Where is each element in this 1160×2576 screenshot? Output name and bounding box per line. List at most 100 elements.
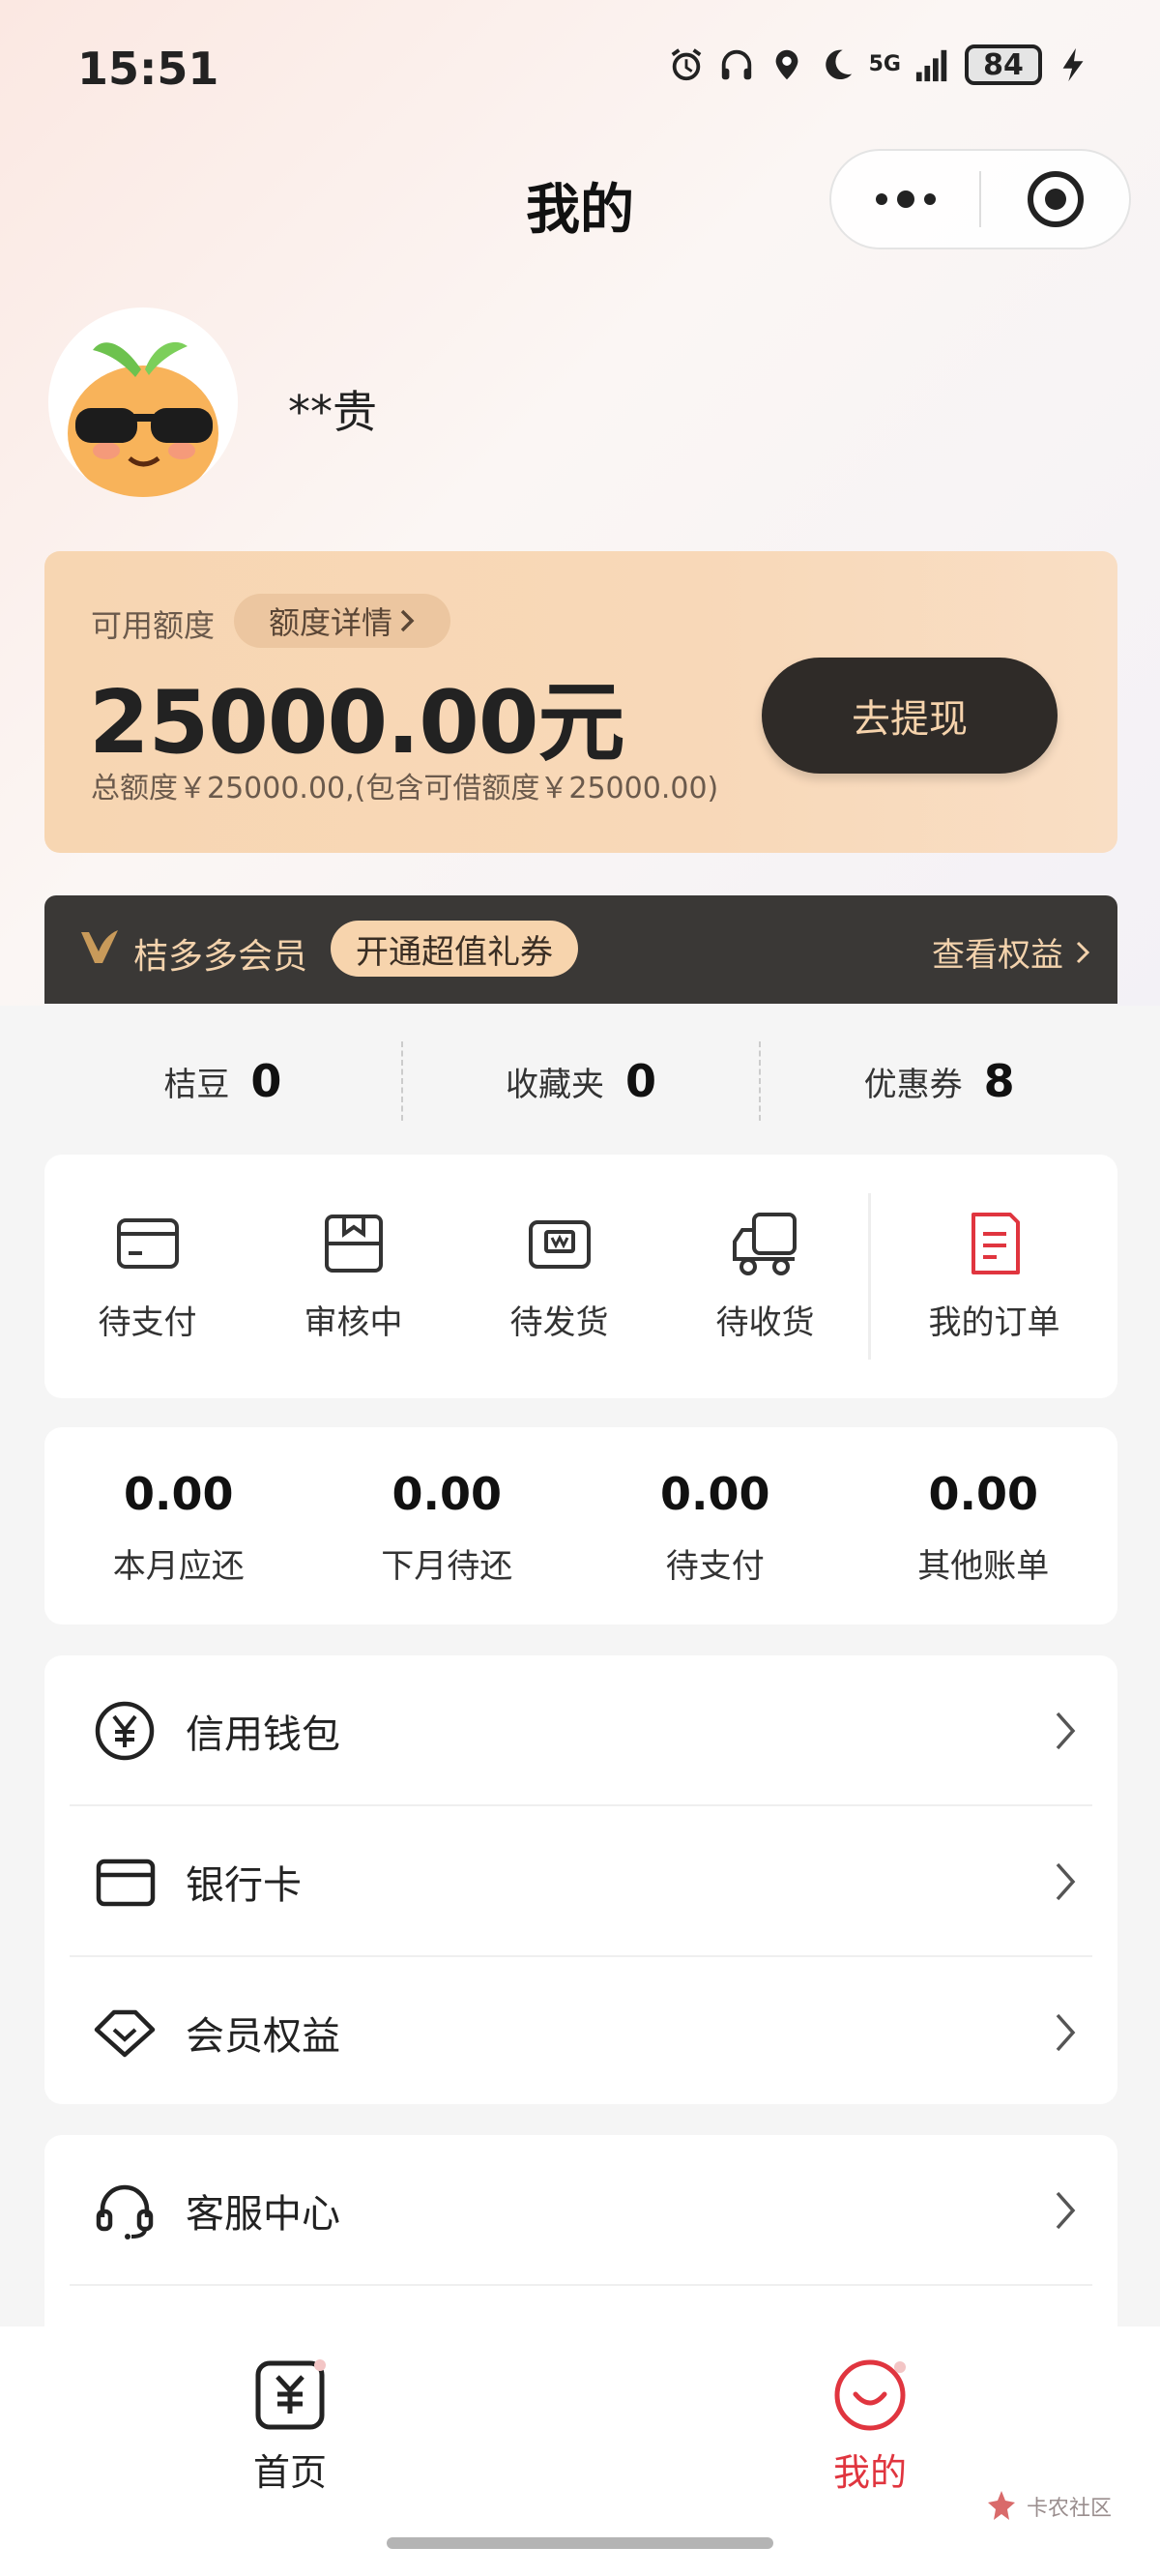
member-title: 桔多多会员: [133, 937, 308, 977]
moon-icon: [825, 49, 852, 80]
stat-value: 0: [250, 1055, 282, 1107]
bill-value: 0.00: [660, 1468, 770, 1520]
order-label: 审核中: [304, 1303, 403, 1342]
chevron-right-icon: [1056, 2191, 1076, 2230]
charging-icon: [1062, 47, 1084, 82]
alarm-icon: [671, 48, 701, 81]
stats-row: 桔豆 0 收藏夹 0 优惠券 8: [44, 1004, 1117, 1158]
signal-icon: [915, 49, 947, 82]
home-indicator[interactable]: [387, 2537, 773, 2549]
status-time: 15:51: [77, 43, 219, 95]
credit-detail-link[interactable]: 额度详情: [234, 594, 451, 648]
card-icon: [116, 1218, 179, 1269]
divider: [70, 2284, 1092, 2286]
watermark-text: 卡农社区: [1027, 2497, 1113, 2521]
diamond-icon: [94, 2009, 156, 2058]
member-promo-button[interactable]: 开通超值礼券: [331, 921, 578, 977]
stat-beans[interactable]: 桔豆 0: [44, 1004, 401, 1158]
view-benefits-label: 查看权益: [932, 936, 1063, 975]
menu-label: 客服中心: [186, 2192, 340, 2237]
order-to-receive[interactable]: 待收货: [662, 1155, 868, 1398]
headphones-icon: [721, 49, 751, 80]
location-icon: [775, 49, 798, 80]
bill-value: 0.00: [124, 1468, 234, 1520]
home-tab-icon: [255, 2359, 326, 2430]
chevron-right-icon: [400, 609, 415, 632]
bill-this-month[interactable]: 0.00 本月应还: [44, 1427, 313, 1625]
bill-label: 本月应还: [112, 1547, 245, 1586]
avatar[interactable]: [48, 307, 238, 497]
bill-next-month[interactable]: 0.00 下月待还: [313, 1427, 582, 1625]
stat-label: 优惠券: [863, 1065, 963, 1104]
stat-label: 桔豆: [163, 1065, 230, 1104]
stat-favorites[interactable]: 收藏夹 0: [403, 1004, 760, 1158]
chevron-right-icon: [1056, 2013, 1076, 2052]
tab-mine[interactable]: 我的: [773, 2356, 967, 2496]
total-credit-text: 总额度￥25000.00,(包含可借额度￥25000.00): [91, 772, 719, 805]
stat-value: 8: [983, 1055, 1015, 1107]
headset-icon: [96, 2184, 154, 2239]
available-amount: 25000.00元: [89, 672, 625, 774]
stat-label: 收藏夹: [506, 1065, 604, 1104]
member-banner[interactable]: 桔多多会员 开通超值礼券 查看权益: [44, 895, 1117, 1004]
bill-value: 0.00: [928, 1468, 1039, 1520]
bill-other[interactable]: 0.00 其他账单: [850, 1427, 1118, 1625]
chevron-right-icon: [1056, 1862, 1076, 1901]
withdraw-button[interactable]: 去提现: [762, 658, 1058, 774]
member-v-icon: [81, 930, 118, 963]
truck-icon: [732, 1213, 797, 1275]
stat-coupons[interactable]: 优惠券 8: [761, 1004, 1117, 1158]
close-miniprogram-button[interactable]: [981, 151, 1129, 248]
more-dots-icon: [875, 190, 936, 208]
chevron-right-icon: [1076, 941, 1090, 963]
watermark: 卡农社区: [984, 2489, 1112, 2524]
bank-card-icon: [96, 1859, 156, 1907]
orders-card: 待支付 审核中 待发货 待收货 我的订单: [44, 1155, 1117, 1398]
bill-label: 待支付: [665, 1547, 765, 1586]
order-label: 待收货: [715, 1303, 815, 1342]
bill-label: 其他账单: [917, 1547, 1050, 1586]
menu-label: 信用钱包: [186, 1712, 340, 1757]
network-type: 5G: [868, 52, 901, 76]
more-button[interactable]: [831, 151, 979, 248]
review-box-icon: [324, 1215, 383, 1273]
battery-indicator: 84: [965, 44, 1042, 85]
menu-label: 银行卡: [186, 1863, 302, 1908]
view-benefits-link[interactable]: 查看权益: [932, 928, 1090, 976]
order-list-icon: [971, 1213, 1020, 1274]
order-pending-payment[interactable]: 待支付: [44, 1155, 250, 1398]
order-to-ship[interactable]: 待发货: [456, 1155, 662, 1398]
available-label: 可用额度: [91, 607, 216, 644]
order-reviewing[interactable]: 审核中: [250, 1155, 456, 1398]
credit-card: 可用额度 额度详情 25000.00元 总额度￥25000.00,(包含可借额度…: [44, 551, 1117, 853]
menu-customer-service[interactable]: 客服中心: [44, 2135, 1117, 2286]
menu-member-benefits[interactable]: 会员权益: [44, 1957, 1117, 2108]
stat-value: 0: [625, 1055, 657, 1107]
tab-label: 首页: [252, 2451, 327, 2494]
mini-program-capsule: [829, 149, 1131, 249]
menu-label: 会员权益: [186, 2014, 340, 2059]
my-orders-button[interactable]: 我的订单: [871, 1155, 1117, 1398]
menu-bank-card[interactable]: 银行卡: [44, 1806, 1117, 1957]
order-label: 我的订单: [928, 1303, 1060, 1342]
bill-value: 0.00: [392, 1468, 503, 1520]
watermark-logo-icon: [988, 2491, 1015, 2520]
bill-pending-payment[interactable]: 0.00 待支付: [581, 1427, 850, 1625]
credit-detail-label: 额度详情: [269, 604, 393, 641]
yuan-coin-icon: [95, 1701, 155, 1761]
bills-card: 0.00 本月应还 0.00 下月待还 0.00 待支付 0.00 其他账单: [44, 1427, 1117, 1625]
mine-tab-icon: [834, 2359, 906, 2431]
target-close-icon: [1027, 171, 1084, 227]
order-label: 待支付: [98, 1303, 197, 1342]
menu-credit-wallet[interactable]: 信用钱包: [44, 1655, 1117, 1806]
package-icon: [528, 1220, 591, 1269]
account-menu: 信用钱包 银行卡 会员权益: [44, 1655, 1117, 2104]
status-icons: 5G 84: [668, 44, 1092, 85]
orange-mascot-icon: [68, 341, 218, 497]
chevron-right-icon: [1056, 1712, 1076, 1750]
tab-label: 我的: [832, 2451, 907, 2494]
tab-home[interactable]: 首页: [193, 2356, 387, 2496]
order-label: 待发货: [509, 1303, 609, 1342]
status-bar: 15:51 5G 84: [0, 0, 1160, 135]
username: **贵: [288, 386, 377, 438]
